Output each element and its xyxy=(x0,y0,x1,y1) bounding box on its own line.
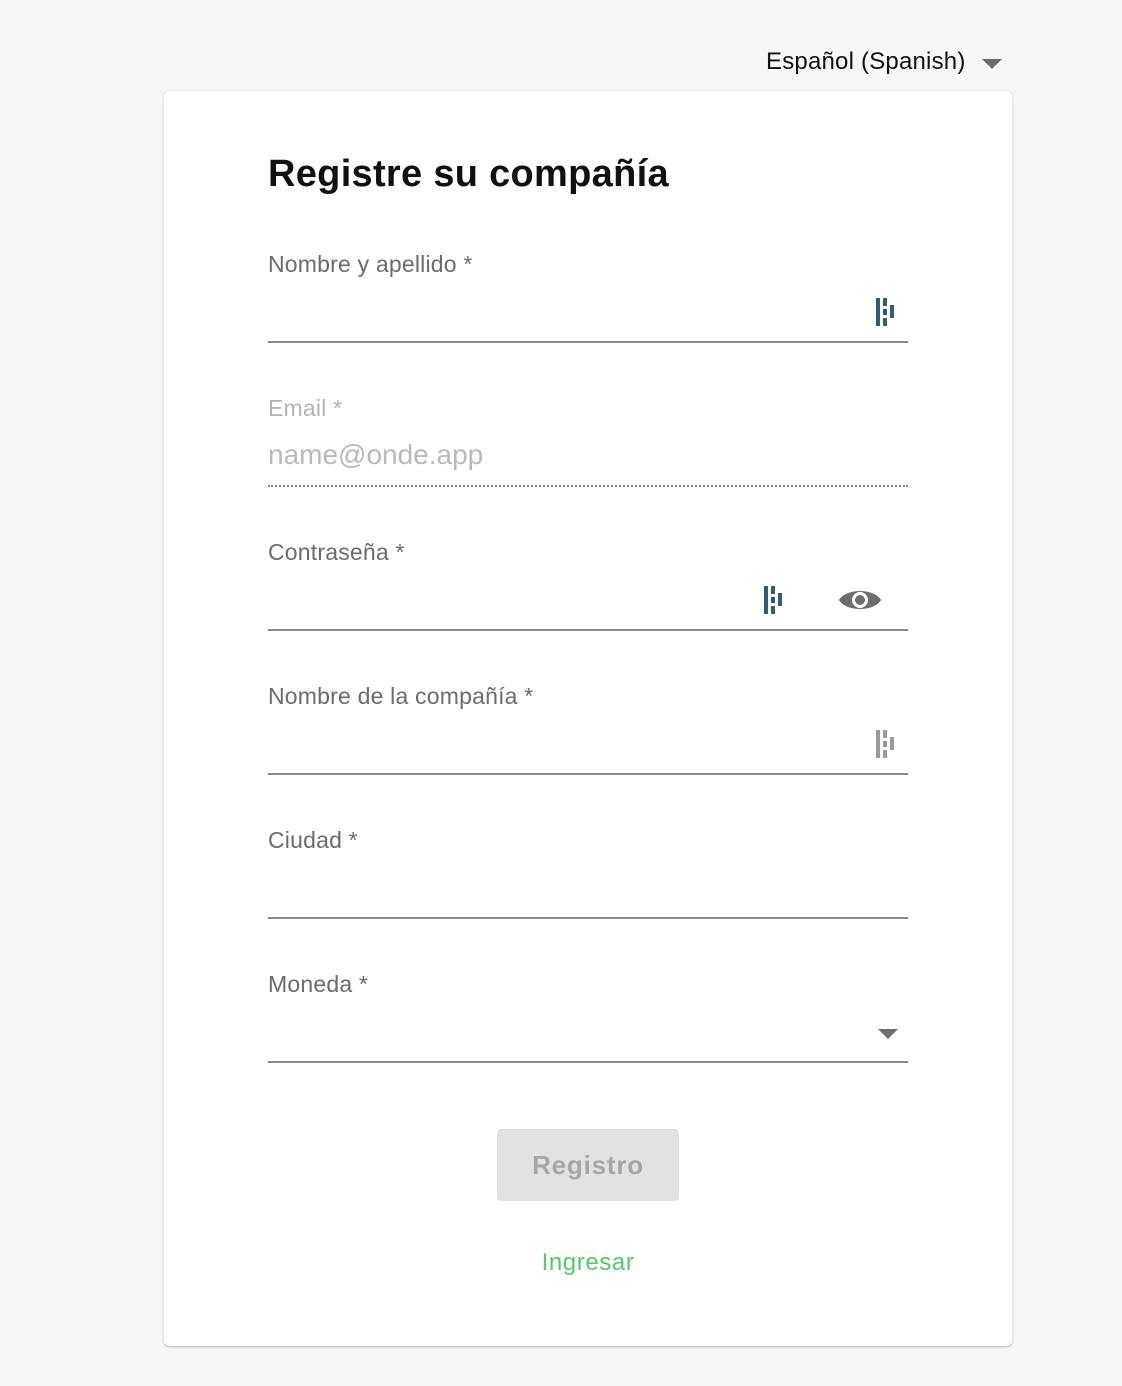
password-label: Contraseña * xyxy=(268,539,405,565)
city-label: Ciudad * xyxy=(268,827,358,853)
login-link[interactable]: Ingresar xyxy=(164,1249,1012,1277)
currency-field: Moneda * xyxy=(268,971,908,1067)
email-input xyxy=(268,425,908,487)
page-title: Registre su compañía xyxy=(268,153,669,195)
chevron-down-icon[interactable] xyxy=(981,58,1002,69)
password-manager-icon[interactable] xyxy=(876,729,898,759)
page: Español (Spanish) Registre su compañía N… xyxy=(0,0,1122,1386)
city-field: Ciudad * xyxy=(268,827,908,923)
password-input[interactable] xyxy=(268,569,908,631)
company-name-label: Nombre de la compañía * xyxy=(268,683,534,709)
currency-label: Moneda * xyxy=(268,971,369,997)
company-name-input[interactable] xyxy=(268,713,908,775)
password-manager-icon[interactable] xyxy=(876,297,898,327)
email-field: Email * xyxy=(268,395,908,491)
city-input[interactable] xyxy=(268,857,908,919)
registration-card: Registre su compañía Nombre y apellido *… xyxy=(164,91,1012,1346)
password-manager-icon[interactable] xyxy=(764,585,786,615)
language-selector-label: Español (Spanish) xyxy=(766,48,966,75)
eye-icon[interactable] xyxy=(837,584,883,616)
password-field: Contraseña * xyxy=(268,539,908,635)
chevron-down-icon[interactable] xyxy=(878,1029,898,1039)
register-button[interactable]: Registro xyxy=(497,1129,679,1201)
company-name-field: Nombre de la compañía * xyxy=(268,683,908,779)
currency-select[interactable] xyxy=(268,1001,908,1063)
full-name-label: Nombre y apellido * xyxy=(268,251,473,277)
email-label: Email * xyxy=(268,395,343,421)
language-selector[interactable]: Español (Spanish) xyxy=(766,44,1002,80)
full-name-field: Nombre y apellido * xyxy=(268,251,908,347)
full-name-input[interactable] xyxy=(268,281,908,343)
